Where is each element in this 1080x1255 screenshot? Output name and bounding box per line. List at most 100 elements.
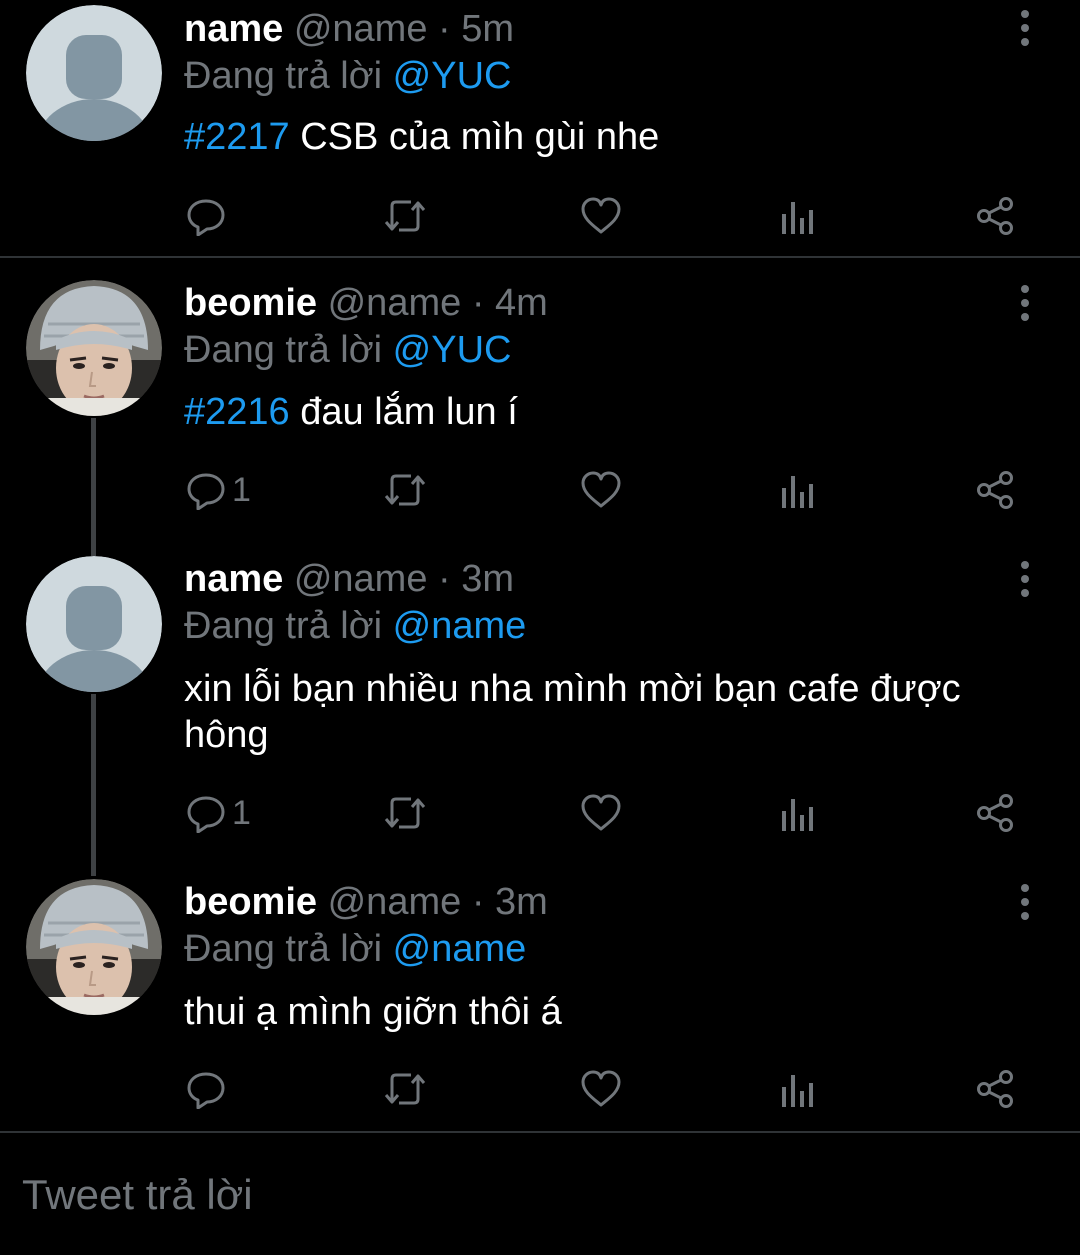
photo-avatar[interactable] — [26, 879, 162, 1015]
like-button[interactable] — [580, 467, 622, 513]
replying-to-label: Đang trả lời — [184, 605, 383, 647]
separator: · — [438, 558, 451, 600]
retweet-button[interactable] — [383, 467, 427, 513]
replying-to: Đang trả lời @name — [184, 603, 526, 649]
retweet-button[interactable] — [383, 790, 427, 836]
analytics-button[interactable] — [779, 790, 815, 836]
tweet-header: beomie @name · 3m — [184, 879, 548, 925]
separator: · — [438, 8, 451, 50]
tweet[interactable]: beomie @name · 4m Đang trả lời @YUC #221… — [0, 280, 1080, 550]
like-button[interactable] — [580, 790, 622, 836]
display-name[interactable]: beomie — [184, 881, 317, 923]
more-options-icon[interactable] — [1010, 283, 1040, 323]
tweet-actions — [0, 1066, 1080, 1112]
reply-count: 1 — [232, 794, 251, 832]
timestamp[interactable]: 3m — [461, 558, 514, 600]
share-button[interactable] — [975, 790, 1015, 836]
analytics-icon — [782, 202, 813, 234]
timestamp[interactable]: 3m — [495, 881, 548, 923]
share-button[interactable] — [975, 193, 1015, 239]
tweet-body: đau lắm lun í — [289, 391, 518, 433]
replying-to-label: Đang trả lời — [184, 55, 383, 97]
replying-to-label: Đang trả lời — [184, 928, 383, 970]
retweet-button[interactable] — [383, 193, 427, 239]
hashtag-link[interactable]: #2217 — [184, 116, 290, 158]
reply-composer[interactable]: Tweet trả lời — [0, 1134, 1080, 1255]
tweet-body: thui ạ mình giỡn thôi á — [184, 991, 562, 1033]
like-button[interactable] — [580, 1066, 622, 1112]
replying-to-label: Đang trả lời — [184, 329, 383, 371]
tweet-body: xin lỗi bạn nhiều nha mình mời bạn cafe … — [184, 668, 961, 756]
tweet-header: name @name · 5m — [184, 6, 514, 52]
tweet-actions: 1 — [0, 790, 1080, 836]
retweet-button[interactable] — [383, 1066, 427, 1112]
reply-button[interactable]: 1 — [186, 467, 251, 513]
tweet[interactable]: name @name · 5m Đang trả lời @YUC #2217 … — [0, 0, 1080, 256]
reply-button[interactable] — [186, 1066, 232, 1112]
analytics-icon — [782, 1075, 813, 1107]
tweet[interactable]: name @name · 3m Đang trả lời @name xin l… — [0, 556, 1080, 856]
share-button[interactable] — [975, 467, 1015, 513]
reply-icon — [187, 199, 225, 236]
tweet-body: CSB của mìh gùi nhe — [289, 116, 660, 158]
reply-icon — [187, 796, 225, 833]
like-icon — [581, 1070, 621, 1107]
user-handle[interactable]: @name — [294, 8, 428, 50]
analytics-icon — [782, 476, 813, 508]
mention-link[interactable]: @name — [393, 928, 527, 970]
display-name[interactable]: name — [184, 8, 283, 50]
timestamp[interactable]: 5m — [461, 8, 514, 50]
analytics-icon — [782, 799, 813, 831]
share-icon — [977, 794, 1013, 832]
display-name[interactable]: name — [184, 558, 283, 600]
user-handle[interactable]: @name — [328, 282, 462, 324]
separator: · — [471, 282, 485, 324]
mention-link[interactable]: @YUC — [393, 329, 512, 371]
share-icon — [977, 471, 1013, 509]
like-icon — [581, 471, 621, 508]
more-options-icon[interactable] — [1010, 8, 1040, 48]
tweet-actions — [0, 193, 1080, 239]
tweet-text: xin lỗi bạn nhiều nha mình mời bạn cafe … — [184, 666, 1044, 758]
default-avatar[interactable] — [26, 5, 162, 141]
share-icon — [977, 197, 1013, 235]
reply-button[interactable] — [186, 193, 232, 239]
mention-link[interactable]: @name — [393, 605, 527, 647]
retweet-icon — [384, 797, 426, 829]
divider — [0, 1131, 1080, 1133]
user-handle[interactable]: @name — [328, 881, 462, 923]
display-name[interactable]: beomie — [184, 282, 317, 324]
analytics-button[interactable] — [779, 193, 815, 239]
like-icon — [581, 794, 621, 831]
analytics-button[interactable] — [779, 467, 815, 513]
separator: · — [471, 881, 485, 923]
photo-avatar[interactable] — [26, 280, 162, 416]
reply-count: 1 — [232, 471, 251, 509]
replying-to: Đang trả lời @YUC — [184, 327, 511, 373]
reply-button[interactable]: 1 — [186, 790, 251, 836]
more-options-icon[interactable] — [1010, 882, 1040, 922]
share-icon — [977, 1070, 1013, 1108]
reply-icon — [187, 473, 225, 510]
reply-icon — [187, 1072, 225, 1109]
retweet-icon — [384, 200, 426, 232]
tweet[interactable]: beomie @name · 3m Đang trả lời @name thu… — [0, 879, 1080, 1129]
user-handle[interactable]: @name — [294, 558, 428, 600]
tweet-actions: 1 — [0, 467, 1080, 513]
replying-to: Đang trả lời @name — [184, 926, 526, 972]
hashtag-link[interactable]: #2216 — [184, 391, 290, 433]
tweet-text: thui ạ mình giỡn thôi á — [184, 989, 1044, 1035]
more-options-icon[interactable] — [1010, 559, 1040, 599]
tweet-text: #2216 đau lắm lun í — [184, 389, 1044, 435]
divider — [0, 256, 1080, 258]
like-button[interactable] — [580, 193, 622, 239]
tweet-header: beomie @name · 4m — [184, 280, 548, 326]
analytics-button[interactable] — [779, 1066, 815, 1112]
default-avatar[interactable] — [26, 556, 162, 692]
share-button[interactable] — [975, 1066, 1015, 1112]
mention-link[interactable]: @YUC — [393, 55, 512, 97]
retweet-icon — [384, 474, 426, 506]
tweet-text: #2217 CSB của mìh gùi nhe — [184, 114, 1044, 160]
reply-input[interactable]: Tweet trả lời — [22, 1170, 253, 1220]
timestamp[interactable]: 4m — [495, 282, 548, 324]
